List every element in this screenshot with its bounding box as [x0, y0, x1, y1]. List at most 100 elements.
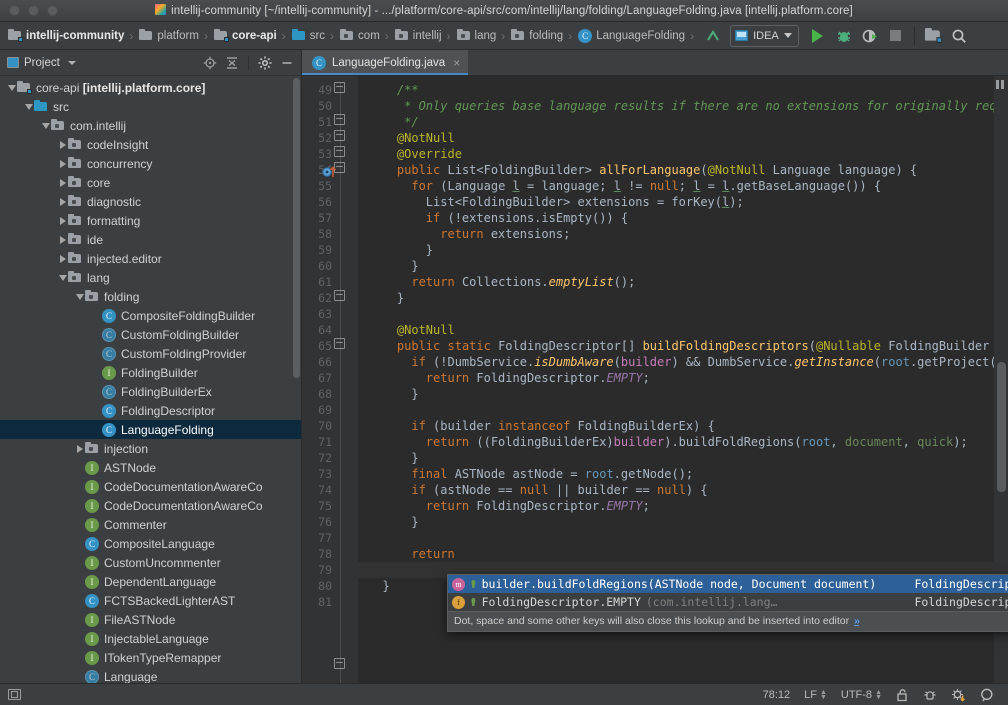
- minimize-window-button[interactable]: [28, 5, 39, 16]
- project-structure-icon[interactable]: [922, 25, 944, 47]
- code-editor[interactable]: 4950515253545556575859606162636465666768…: [302, 76, 1008, 683]
- close-window-button[interactable]: [9, 5, 20, 16]
- tree-node-concurrency[interactable]: concurrency: [0, 154, 301, 173]
- tree-node-itokentyperemapper[interactable]: I ITokenTypeRemapper: [0, 648, 301, 667]
- tree-node-foldingbuilderex[interactable]: C FoldingBuilderEx: [0, 382, 301, 401]
- completion-item-foldingdescriptor-empty[interactable]: f ⚰ FoldingDescriptor.EMPTY (com.intelli…: [448, 593, 1008, 611]
- window-controls[interactable]: [0, 5, 58, 16]
- tree-node-codeinsight[interactable]: codeInsight: [0, 135, 301, 154]
- breadcrumb-intellij-community[interactable]: intellij-community: [6, 22, 125, 50]
- breadcrumb-core-api[interactable]: core-api: [212, 22, 278, 50]
- tree-node-commenter[interactable]: I Commenter: [0, 515, 301, 534]
- tree-node-compositefoldingbuilder[interactable]: C CompositeFoldingBuilder: [0, 306, 301, 325]
- completion-hint-more-link[interactable]: »: [854, 615, 860, 627]
- run-icon[interactable]: [807, 25, 829, 47]
- tree-node-lang[interactable]: lang: [0, 268, 301, 287]
- tree-node-foldingdescriptor[interactable]: C FoldingDescriptor: [0, 401, 301, 420]
- code-text-area[interactable]: /** * Only queries base language results…: [358, 76, 1008, 683]
- run-configuration-selector[interactable]: IDEA: [730, 24, 799, 47]
- stop-icon[interactable]: [885, 25, 907, 47]
- breadcrumb-lang[interactable]: lang: [455, 22, 498, 50]
- debug-icon[interactable]: [833, 25, 855, 47]
- tree-node-codedocumentationawareco[interactable]: I CodeDocumentationAwareCo: [0, 477, 301, 496]
- encoding-selector[interactable]: UTF-8 ▲ ▼: [835, 689, 888, 701]
- chevron-right-icon[interactable]: [57, 173, 68, 192]
- tree-node-codedocumentationawareco[interactable]: I CodeDocumentationAwareCo: [0, 496, 301, 515]
- tree-node-foldingbuilder[interactable]: I FoldingBuilder: [0, 363, 301, 382]
- tree-node-fctsbackedlighterast[interactable]: C FCTSBackedLighterAST: [0, 591, 301, 610]
- fold-marker-icon[interactable]: [334, 146, 345, 157]
- maximize-window-button[interactable]: [47, 5, 58, 16]
- close-icon[interactable]: ×: [453, 56, 460, 70]
- fold-marker-icon[interactable]: [334, 658, 345, 669]
- chevron-right-icon[interactable]: [74, 439, 85, 458]
- breadcrumb-src[interactable]: src: [290, 22, 326, 50]
- tree-node-core[interactable]: core: [0, 173, 301, 192]
- run-with-coverage-icon[interactable]: [859, 25, 881, 47]
- magnifier-icon[interactable]: [974, 688, 1000, 702]
- chevron-down-icon[interactable]: [57, 268, 68, 287]
- tree-node-customfoldingbuilder[interactable]: C CustomFoldingBuilder: [0, 325, 301, 344]
- project-tree[interactable]: core-api [intellij.platform.core] src com.…: [0, 76, 301, 683]
- collapse-all-icon[interactable]: [222, 53, 242, 73]
- chevron-right-icon[interactable]: [57, 192, 68, 211]
- chevron-down-icon[interactable]: [23, 97, 34, 116]
- chevron-down-icon[interactable]: [74, 287, 85, 306]
- breadcrumb-platform[interactable]: platform: [137, 22, 200, 50]
- tree-node-diagnostic[interactable]: diagnostic: [0, 192, 301, 211]
- fold-marker-icon[interactable]: [334, 338, 345, 349]
- tree-node-injection[interactable]: injection: [0, 439, 301, 458]
- tree-node-core-api[interactable]: core-api [intellij.platform.core]: [0, 78, 301, 97]
- breadcrumb-folding[interactable]: folding: [509, 22, 564, 50]
- scrollbar-thumb[interactable]: [293, 78, 300, 378]
- chevron-down-icon[interactable]: [40, 116, 51, 135]
- source-code[interactable]: /** * Only queries base language results…: [358, 82, 1008, 610]
- locate-icon[interactable]: [200, 53, 220, 73]
- ide-update-icon[interactable]: [945, 688, 972, 702]
- tree-node-injected-editor[interactable]: injected.editor: [0, 249, 301, 268]
- fold-marker-icon[interactable]: [334, 82, 345, 93]
- hide-icon[interactable]: [277, 53, 297, 73]
- tree-node-ide[interactable]: ide: [0, 230, 301, 249]
- pause-analysis-icon[interactable]: [996, 80, 1005, 89]
- code-completion-popup[interactable]: m ⚰ builder.buildFoldRegions(ASTNode nod…: [447, 574, 1008, 632]
- search-everywhere-icon[interactable]: [948, 25, 970, 47]
- fold-marker-icon[interactable]: [334, 290, 345, 301]
- overridden-method-marker-icon[interactable]: [322, 164, 336, 177]
- line-separator-selector[interactable]: LF ▲ ▼: [798, 689, 833, 701]
- chevron-down-icon[interactable]: [67, 60, 76, 65]
- fold-marker-icon[interactable]: [334, 130, 345, 141]
- breadcrumb-languagefolding[interactable]: C LanguageFolding: [576, 22, 686, 50]
- caret-position[interactable]: 78:12: [757, 689, 797, 701]
- tree-node-injectablelanguage[interactable]: I InjectableLanguage: [0, 629, 301, 648]
- editor-scrollbar-thumb[interactable]: [997, 362, 1006, 492]
- fold-marker-icon[interactable]: [334, 114, 345, 125]
- chevron-right-icon[interactable]: [57, 249, 68, 268]
- build-icon[interactable]: [702, 25, 724, 47]
- chevron-right-icon[interactable]: [57, 135, 68, 154]
- editor-tab-languagefolding[interactable]: C LanguageFolding.java ×: [302, 50, 469, 75]
- editor-gutter[interactable]: 4950515253545556575859606162636465666768…: [302, 76, 358, 683]
- tree-node-compositelanguage[interactable]: C CompositeLanguage: [0, 534, 301, 553]
- tree-node-dependentlanguage[interactable]: I DependentLanguage: [0, 572, 301, 591]
- tree-node-customuncommenter[interactable]: I CustomUncommenter: [0, 553, 301, 572]
- gear-icon[interactable]: [255, 53, 275, 73]
- unlocked-icon[interactable]: [890, 688, 915, 702]
- tree-node-formatting[interactable]: formatting: [0, 211, 301, 230]
- toggle-tool-window-icon[interactable]: [6, 689, 27, 700]
- project-tree-scrollbar[interactable]: [293, 78, 300, 683]
- chevron-right-icon[interactable]: [57, 230, 68, 249]
- tree-node-astnode[interactable]: I ASTNode: [0, 458, 301, 477]
- tree-node-src[interactable]: src: [0, 97, 301, 116]
- chevron-right-icon[interactable]: [57, 211, 68, 230]
- tree-node-fileastnode[interactable]: I FileASTNode: [0, 610, 301, 629]
- chevron-right-icon[interactable]: [57, 154, 68, 173]
- completion-item-buildfoldregions[interactable]: m ⚰ builder.buildFoldRegions(ASTNode nod…: [448, 575, 1008, 593]
- tree-node-languagefolding[interactable]: C LanguageFolding: [0, 420, 301, 439]
- tree-node-customfoldingprovider[interactable]: C CustomFoldingProvider: [0, 344, 301, 363]
- tree-node-com-intellij[interactable]: com.intellij: [0, 116, 301, 135]
- breadcrumb-com[interactable]: com: [338, 22, 381, 50]
- tree-node-language[interactable]: C Language: [0, 667, 301, 683]
- inspections-icon[interactable]: [917, 688, 943, 702]
- breadcrumb-intellij[interactable]: intellij: [393, 22, 443, 50]
